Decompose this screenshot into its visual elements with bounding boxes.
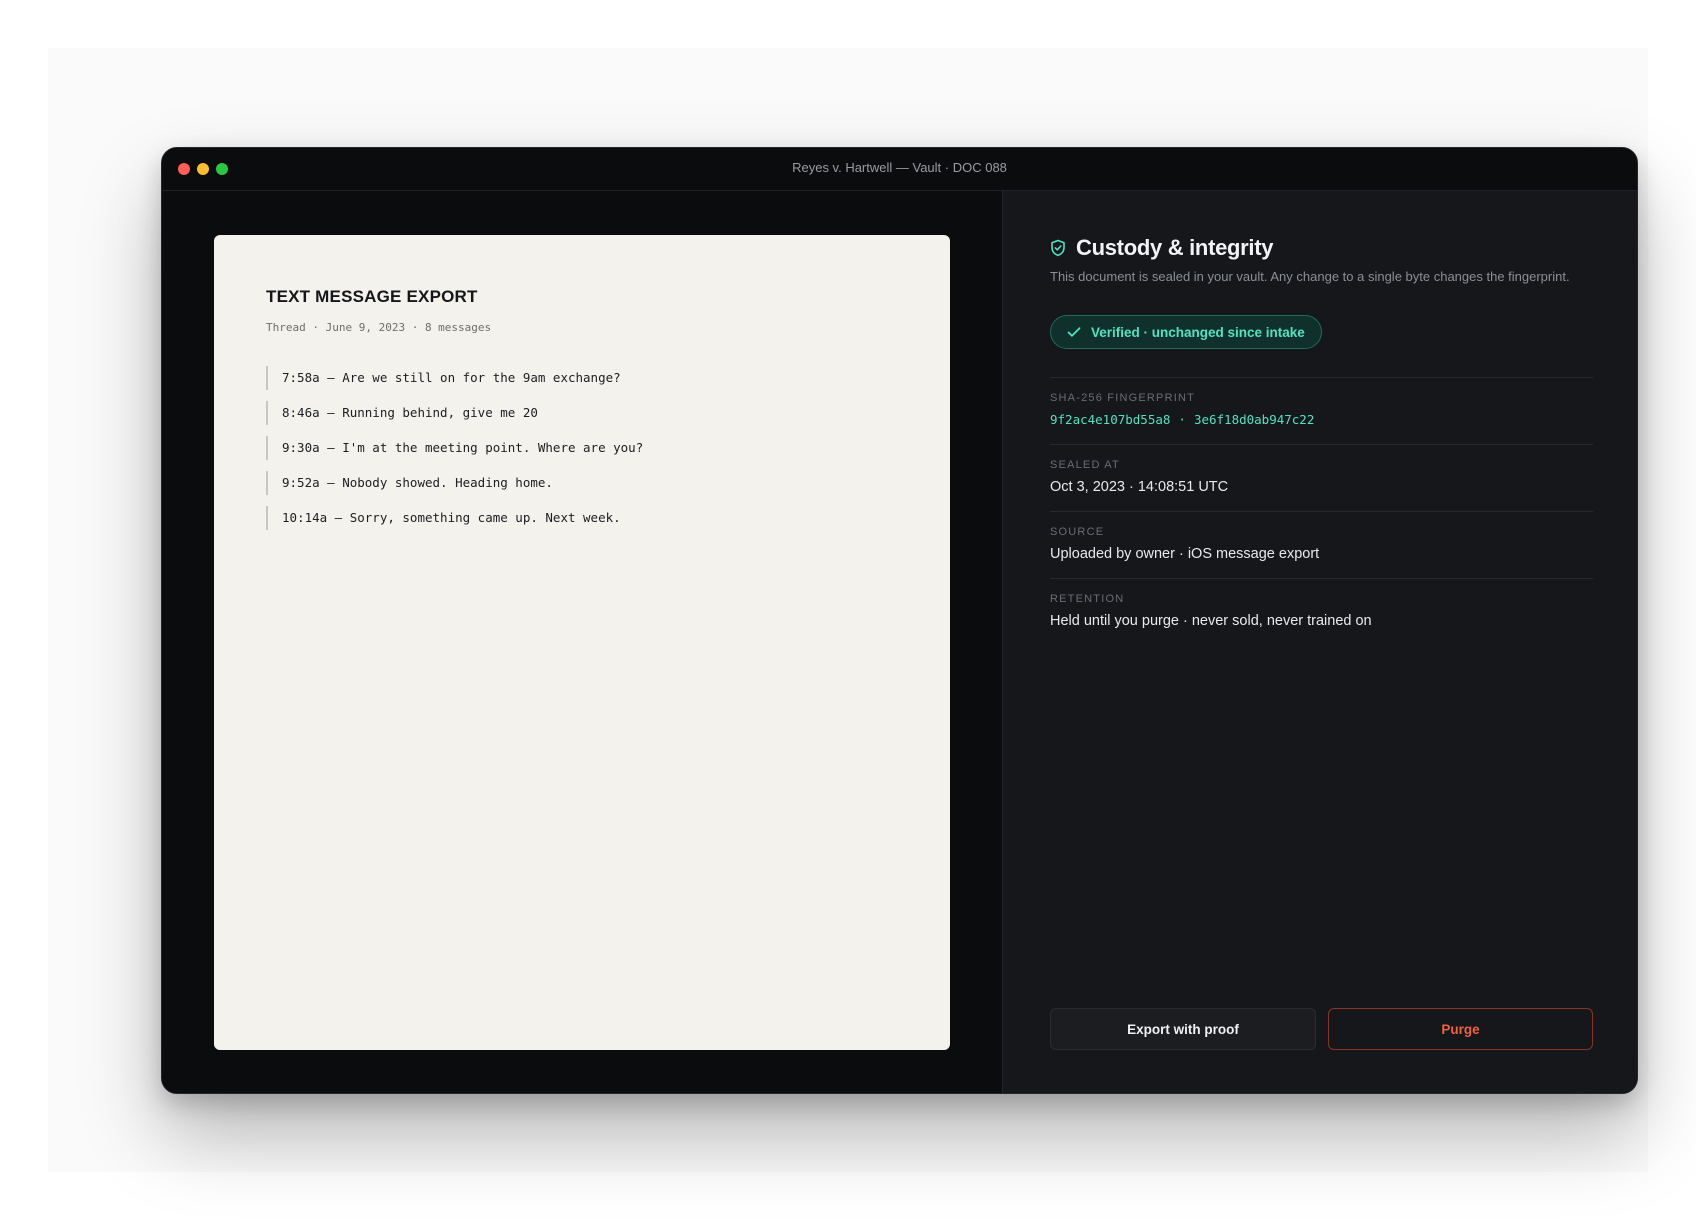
action-bar: Export with proof Purge bbox=[1050, 1008, 1593, 1050]
metadata-list: SHA-256 FINGERPRINT 9f2ac4e107bd55a8 · 3e6… bbox=[1050, 377, 1593, 645]
verified-badge-label: Verified · unchanged since intake bbox=[1091, 324, 1305, 340]
window-title: Reyes v. Hartwell — Vault · DOC 088 bbox=[792, 160, 1007, 175]
retention-label: RETENTION bbox=[1050, 593, 1125, 605]
sealed-at-value: Oct 3, 2023 · 14:08:51 UTC bbox=[1050, 479, 1229, 495]
custody-panel-content: Custody & integrity This document is sea… bbox=[1050, 235, 1593, 645]
source-row: SOURCE Uploaded by owner · iOS message e… bbox=[1050, 511, 1593, 578]
source-label: SOURCE bbox=[1050, 526, 1105, 538]
fingerprint-separator: · bbox=[1178, 412, 1186, 427]
retention-value: Held until you purge · never sold, never… bbox=[1050, 613, 1372, 629]
shield-check-icon bbox=[1050, 239, 1066, 257]
message-item: 8:46a — Running behind, give me 20 bbox=[266, 401, 898, 425]
document-meta: Thread · June 9, 2023 · 8 messages bbox=[266, 321, 492, 334]
fingerprint-value[interactable]: 9f2ac4e107bd55a8 · 3e6f18d0ab947c22 bbox=[1050, 412, 1593, 428]
verified-badge: Verified · unchanged since intake bbox=[1050, 315, 1322, 349]
backdrop: Reyes v. Hartwell — Vault · DOC 088 TEXT… bbox=[48, 48, 1648, 1172]
panel-description: This document is sealed in your vault. A… bbox=[1050, 269, 1570, 284]
fingerprint-part-1: 9f2ac4e107bd55a8 bbox=[1050, 412, 1171, 427]
panel-title: Custody & integrity bbox=[1076, 235, 1274, 260]
retention-row: RETENTION Held until you purge · never s… bbox=[1050, 578, 1593, 645]
fingerprint-part-2: 3e6f18d0ab947c22 bbox=[1193, 412, 1315, 427]
document-title: TEXT MESSAGE EXPORT bbox=[266, 287, 478, 306]
fingerprint-label: SHA-256 FINGERPRINT bbox=[1050, 392, 1196, 404]
message-list: 7:58a — Are we still on for the 9am exch… bbox=[266, 366, 898, 530]
document-page: TEXT MESSAGE EXPORT Thread · June 9, 202… bbox=[214, 235, 950, 1050]
export-with-proof-button[interactable]: Export with proof bbox=[1050, 1008, 1316, 1050]
purge-button[interactable]: Purge bbox=[1328, 1008, 1593, 1050]
sealed-at-label: SEALED AT bbox=[1050, 459, 1120, 471]
sealed-at-row: SEALED AT Oct 3, 2023 · 14:08:51 UTC bbox=[1050, 444, 1593, 511]
title-bar: Reyes v. Hartwell — Vault · DOC 088 bbox=[162, 148, 1637, 191]
custody-panel: Custody & integrity This document is sea… bbox=[1003, 191, 1637, 1093]
message-item: 9:30a — I'm at the meeting point. Where … bbox=[266, 436, 898, 460]
fingerprint-row: SHA-256 FINGERPRINT 9f2ac4e107bd55a8 · 3e6… bbox=[1050, 377, 1593, 444]
message-item: 7:58a — Are we still on for the 9am exch… bbox=[266, 366, 898, 390]
panel-heading: Custody & integrity bbox=[1050, 235, 1593, 261]
source-value: Uploaded by owner · iOS message export bbox=[1050, 546, 1320, 562]
app-window: Reyes v. Hartwell — Vault · DOC 088 TEXT… bbox=[161, 147, 1638, 1094]
check-icon bbox=[1067, 326, 1081, 338]
document-viewer: TEXT MESSAGE EXPORT Thread · June 9, 202… bbox=[162, 191, 1002, 1093]
message-item: 10:14a — Sorry, something came up. Next … bbox=[266, 506, 898, 530]
message-item: 9:52a — Nobody showed. Heading home. bbox=[266, 471, 898, 495]
